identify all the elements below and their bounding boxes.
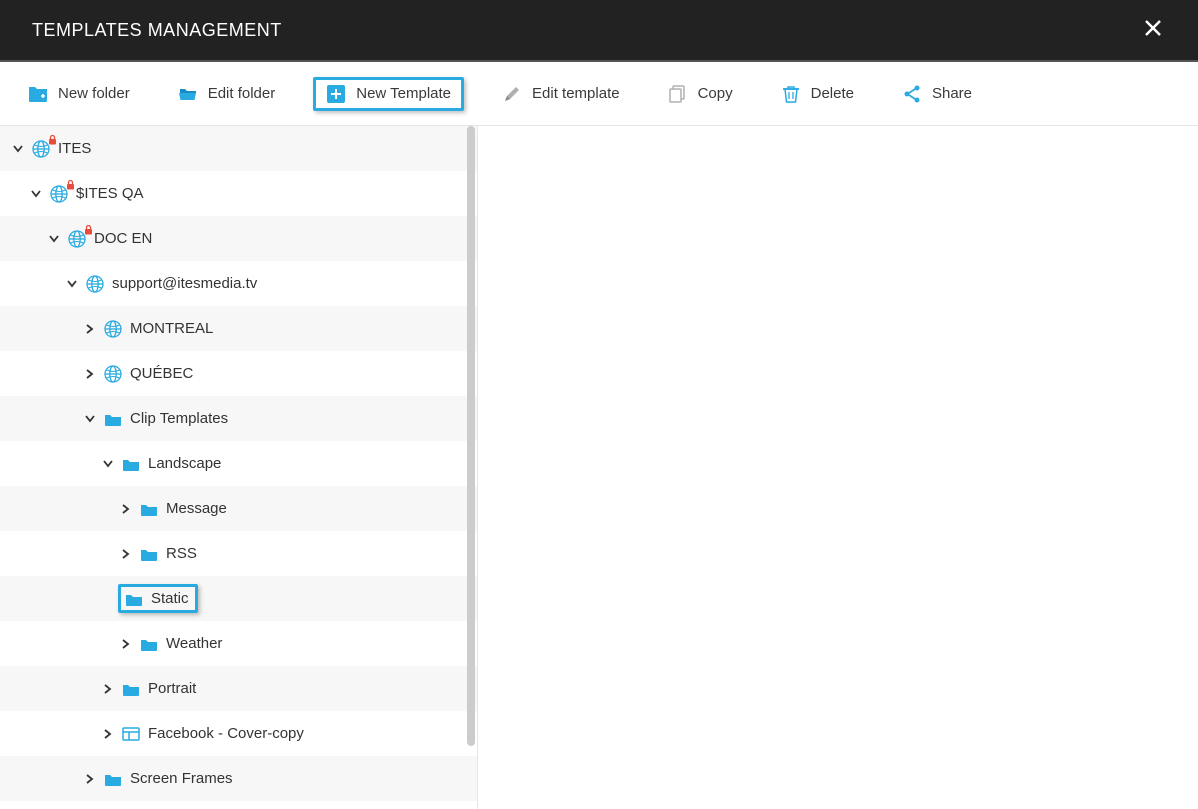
- chevron-down-icon[interactable]: [48, 233, 60, 245]
- folder-icon: [140, 502, 158, 516]
- edit-template-button[interactable]: Edit template: [492, 78, 630, 110]
- tree-label: $ITES QA: [76, 185, 144, 202]
- folder-icon: [140, 547, 158, 561]
- globe-icon: [104, 320, 122, 338]
- scrollbar[interactable]: [467, 126, 475, 809]
- edit-folder-button[interactable]: Edit folder: [168, 78, 286, 110]
- selected-node[interactable]: Static: [118, 584, 198, 613]
- content-panel: [478, 126, 1198, 809]
- new-folder-label: New folder: [58, 85, 130, 102]
- tree-label: MONTREAL: [130, 320, 213, 337]
- tree-label: support@itesmedia.tv: [112, 275, 257, 292]
- chevron-right-icon[interactable]: [84, 323, 96, 335]
- tree-node-weather[interactable]: Weather: [0, 621, 477, 666]
- tree-node-message[interactable]: Message: [0, 486, 477, 531]
- tree-label: Static: [151, 590, 189, 607]
- globe-icon: [104, 365, 122, 383]
- lock-icon: [48, 135, 57, 145]
- tree-label: RSS: [166, 545, 197, 562]
- tree-label: Message: [166, 500, 227, 517]
- tree-label: Facebook - Cover-copy: [148, 725, 304, 742]
- tree-node-landscape[interactable]: Landscape: [0, 441, 477, 486]
- tree-label: QUÉBEC: [130, 365, 193, 382]
- tree-node-static[interactable]: Static: [0, 576, 477, 621]
- copy-button[interactable]: Copy: [658, 78, 743, 110]
- globe-icon: [32, 140, 50, 158]
- tree-node-montreal[interactable]: MONTREAL: [0, 306, 477, 351]
- chevron-right-icon[interactable]: [120, 503, 132, 515]
- toolbar: New folder Edit folder New Template Edit…: [0, 62, 1198, 126]
- plus-icon: [326, 84, 346, 104]
- tree-label: Clip Templates: [130, 410, 228, 427]
- globe-icon: [68, 230, 86, 248]
- close-button[interactable]: [1136, 12, 1170, 48]
- chevron-down-icon[interactable]: [84, 413, 96, 425]
- tree-node-ites[interactable]: ITES: [0, 126, 477, 171]
- tree-label: Weather: [166, 635, 222, 652]
- delete-label: Delete: [811, 85, 854, 102]
- trash-icon: [781, 84, 801, 104]
- share-button[interactable]: Share: [892, 78, 982, 110]
- tree-node-portrait[interactable]: Portrait: [0, 666, 477, 711]
- tree-node-rss[interactable]: RSS: [0, 531, 477, 576]
- copy-icon: [668, 84, 688, 104]
- chevron-down-icon[interactable]: [102, 458, 114, 470]
- tree-node-support[interactable]: support@itesmedia.tv: [0, 261, 477, 306]
- tree-label: Landscape: [148, 455, 221, 472]
- folder-icon: [122, 457, 140, 471]
- tree-label: ITES: [58, 140, 91, 157]
- modal-title: TEMPLATES MANAGEMENT: [32, 20, 282, 41]
- folder-icon: [122, 682, 140, 696]
- globe-icon: [50, 185, 68, 203]
- globe-icon: [86, 275, 104, 293]
- close-icon: [1144, 19, 1162, 37]
- scrollbar-thumb[interactable]: [467, 126, 475, 746]
- chevron-right-icon[interactable]: [120, 548, 132, 560]
- chevron-right-icon[interactable]: [102, 683, 114, 695]
- folder-icon: [104, 412, 122, 426]
- share-label: Share: [932, 85, 972, 102]
- modal-header: TEMPLATES MANAGEMENT: [0, 0, 1198, 62]
- share-icon: [902, 84, 922, 104]
- chevron-right-icon[interactable]: [102, 728, 114, 740]
- folder-icon: [104, 772, 122, 786]
- tree-node-clip-templates[interactable]: Clip Templates: [0, 396, 477, 441]
- new-folder-button[interactable]: New folder: [18, 78, 140, 110]
- template-icon: [122, 726, 140, 742]
- chevron-right-icon[interactable]: [120, 638, 132, 650]
- new-template-label: New Template: [356, 85, 451, 102]
- chevron-down-icon[interactable]: [66, 278, 78, 290]
- tree-label: DOC EN: [94, 230, 152, 247]
- folder-open-icon: [178, 84, 198, 104]
- delete-button[interactable]: Delete: [771, 78, 864, 110]
- tree-sidebar[interactable]: ITES $ITES QA DOC EN: [0, 126, 478, 809]
- tree-node-sites-qa[interactable]: $ITES QA: [0, 171, 477, 216]
- lock-icon: [84, 225, 93, 235]
- tree-label: Screen Frames: [130, 770, 233, 787]
- chevron-down-icon[interactable]: [30, 188, 42, 200]
- tree-node-quebec[interactable]: QUÉBEC: [0, 351, 477, 396]
- chevron-right-icon[interactable]: [84, 368, 96, 380]
- tree-node-screen-frames[interactable]: Screen Frames: [0, 756, 477, 801]
- pencil-icon: [502, 84, 522, 104]
- chevron-right-icon[interactable]: [84, 773, 96, 785]
- lock-icon: [66, 180, 75, 190]
- new-template-button[interactable]: New Template: [313, 77, 464, 111]
- edit-folder-label: Edit folder: [208, 85, 276, 102]
- copy-label: Copy: [698, 85, 733, 102]
- chevron-down-icon[interactable]: [12, 143, 24, 155]
- folder-icon: [140, 637, 158, 651]
- tree-node-doc-en[interactable]: DOC EN: [0, 216, 477, 261]
- folder-plus-icon: [28, 84, 48, 104]
- folder-icon: [125, 592, 143, 606]
- tree-label: Portrait: [148, 680, 196, 697]
- tree-node-facebook[interactable]: Facebook - Cover-copy: [0, 711, 477, 756]
- edit-template-label: Edit template: [532, 85, 620, 102]
